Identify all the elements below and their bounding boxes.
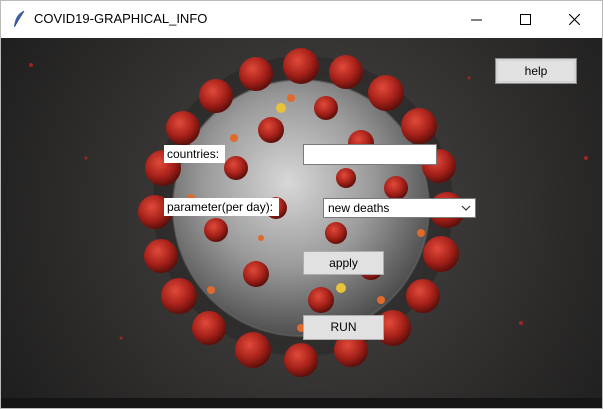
main-canvas (1, 38, 602, 398)
maximize-icon (519, 14, 531, 25)
countries-input-value (304, 147, 307, 161)
title-bar[interactable]: COVID19-GRAPHICAL_INFO (1, 1, 602, 38)
close-button[interactable] (551, 1, 597, 38)
feather-icon (14, 10, 25, 27)
coronavirus-background-image (29, 48, 588, 377)
parameter-label: parameter(per day): (164, 198, 279, 216)
window-title: COVID19-GRAPHICAL_INFO (34, 11, 208, 26)
parameter-selected-value: new deaths (328, 201, 390, 215)
minimize-button[interactable] (453, 1, 499, 38)
close-icon (568, 14, 580, 25)
app-window: COVID19-GRAPHICAL_INFO help countries: p… (0, 0, 603, 409)
chevron-down-icon[interactable] (461, 204, 471, 212)
maximize-button[interactable] (502, 1, 548, 38)
apply-button[interactable]: apply (303, 251, 384, 275)
parameter-select[interactable]: new deaths (323, 198, 476, 218)
run-button[interactable]: RUN (303, 315, 384, 340)
countries-input[interactable] (303, 144, 437, 165)
minimize-icon (470, 19, 482, 21)
help-button[interactable]: help (495, 58, 577, 84)
countries-label: countries: (164, 145, 225, 163)
window-bottom-edge (1, 398, 602, 408)
